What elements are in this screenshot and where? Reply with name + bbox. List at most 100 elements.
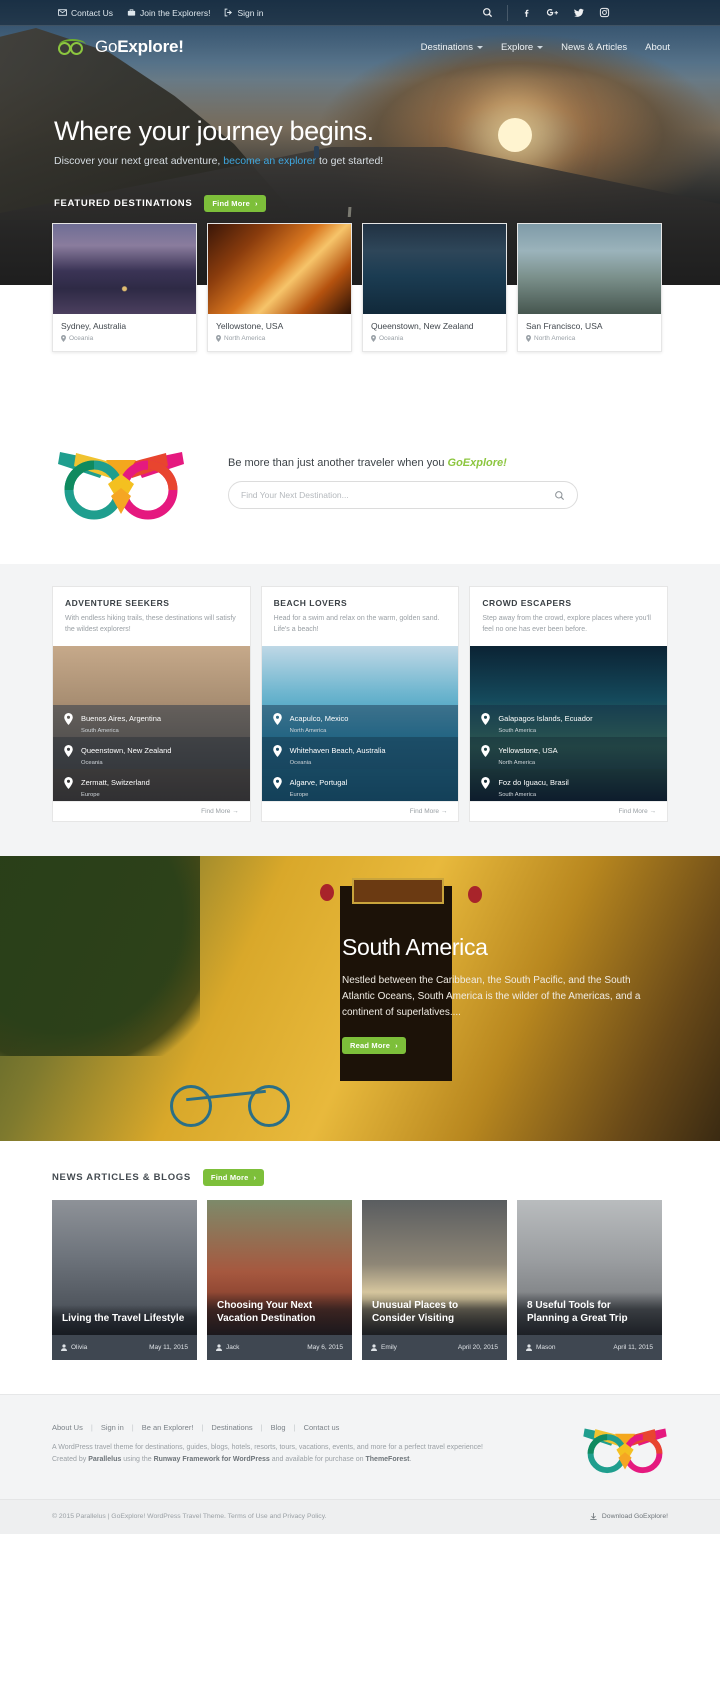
- category-find-more-link[interactable]: Find More →: [470, 800, 668, 821]
- category-find-more-label: Find More: [618, 807, 648, 815]
- join-explorers-link[interactable]: Join the Explorers!: [127, 8, 210, 18]
- envelope-icon: [58, 9, 67, 16]
- become-explorer-link[interactable]: become an explorer: [223, 155, 316, 167]
- news-card-author: Olivia: [61, 1344, 87, 1351]
- destination-card[interactable]: San Francisco, USA North America: [517, 223, 662, 352]
- category-card-crowd-escapers: CROWD ESCAPERS Step away from the crowd,…: [469, 586, 669, 822]
- map-pin-icon: [64, 776, 73, 794]
- chevron-down-icon: [537, 45, 544, 49]
- category-title: BEACH LOVERS: [273, 598, 348, 608]
- destination-card-region-label: North America: [224, 335, 266, 342]
- place-region: North America: [289, 727, 327, 734]
- nav-item-explore[interactable]: Explore: [501, 42, 544, 53]
- category-place-row[interactable]: Queenstown, New Zealand Oceania: [53, 736, 250, 769]
- footer-divider: |: [293, 1422, 296, 1432]
- place-name: Whitehaven Beach, Australia: [289, 745, 386, 755]
- site-logo[interactable]: GoExplore!: [58, 37, 184, 57]
- featured-find-more-button[interactable]: Find More ›: [204, 195, 266, 212]
- search-icon[interactable]: [482, 7, 493, 18]
- footer-link-be-an-explorer[interactable]: Be an Explorer!: [142, 1423, 194, 1432]
- footer-logo: [572, 1423, 668, 1475]
- category-place-row[interactable]: Yellowstone, USA North America: [470, 736, 668, 769]
- category-find-more-link[interactable]: Find More →: [53, 800, 250, 821]
- category-card-beach-lovers: BEACH LOVERS Head for a swim and relax o…: [260, 586, 460, 822]
- footer-link-sign-in[interactable]: Sign in: [101, 1423, 124, 1432]
- featured-find-more-label: Find More: [212, 199, 251, 208]
- sign-decor: [352, 877, 444, 904]
- destination-card[interactable]: Queenstown, New Zealand Oceania: [362, 223, 507, 352]
- category-place-row[interactable]: Foz do Iguacu, Brasil South America: [470, 768, 668, 801]
- category-place-row[interactable]: Whitehaven Beach, Australia Oceania: [261, 736, 459, 769]
- user-icon: [61, 1344, 67, 1351]
- category-place-row[interactable]: Acapulco, Mexico North America: [261, 704, 459, 737]
- user-icon: [371, 1344, 377, 1351]
- news-card[interactable]: 8 Useful Tools for Planning a Great Trip…: [517, 1199, 662, 1360]
- category-place-row[interactable]: Buenos Aires, Argentina South America: [53, 704, 250, 737]
- category-place-row[interactable]: Zermatt, Switzerland Europe: [53, 768, 250, 801]
- news-header: NEWS ARTICLES & BLOGS Find More ›: [52, 1168, 668, 1186]
- footer-themeforest[interactable]: ThemeForest: [366, 1456, 410, 1463]
- twitter-icon[interactable]: [573, 7, 585, 18]
- search-icon[interactable]: [554, 490, 565, 501]
- destination-card[interactable]: Yellowstone, USA North America: [207, 223, 352, 352]
- destination-card-region: Oceania: [371, 335, 498, 342]
- nav-item-about[interactable]: About: [645, 42, 670, 53]
- category-find-more-link[interactable]: Find More →: [261, 800, 459, 821]
- place-region: North America: [498, 759, 536, 766]
- news-card[interactable]: Unusual Places to Consider Visiting Emil…: [362, 1199, 507, 1360]
- footer-divider: |: [90, 1422, 93, 1432]
- contact-us-link[interactable]: Contact Us: [58, 8, 113, 18]
- destination-card-region-label: North America: [534, 335, 576, 342]
- place-name: Buenos Aires, Argentina: [81, 713, 162, 723]
- footer-runway[interactable]: Runway Framework for WordPress: [154, 1456, 270, 1463]
- read-more-button[interactable]: Read More ›: [342, 1037, 406, 1055]
- download-label: Download GoExplore!: [601, 1513, 668, 1521]
- footer-link-contact-us[interactable]: Contact us: [304, 1423, 340, 1432]
- map-pin-icon: [216, 335, 221, 342]
- sign-in-link[interactable]: Sign in: [224, 8, 263, 18]
- hero-sub-after: to get started!: [316, 155, 384, 167]
- nav-links: Destinations Explore News & Articles Abo…: [421, 42, 670, 53]
- place-region: Europe: [289, 791, 309, 798]
- news-find-more-label: Find More: [210, 1172, 249, 1182]
- footer-purchase: and available for purchase on: [269, 1455, 366, 1463]
- map-pin-icon: [64, 744, 73, 762]
- category-card-adventure-seekers: ADVENTURE SEEKERS With endless hiking tr…: [52, 586, 251, 822]
- nav-item-destinations[interactable]: Destinations: [421, 42, 483, 53]
- footer-divider: |: [260, 1422, 263, 1432]
- hero-title: Where your journey begins.: [54, 116, 374, 146]
- facebook-icon[interactable]: [522, 7, 532, 18]
- place-region: South America: [81, 727, 119, 734]
- map-pin-icon: [272, 744, 282, 762]
- lantern-decor: [468, 885, 482, 903]
- instagram-icon[interactable]: [599, 7, 610, 18]
- footer-link-blog[interactable]: Blog: [271, 1423, 286, 1432]
- news-card-title: Choosing Your Next Vacation Destination: [217, 1300, 316, 1324]
- news-find-more-button[interactable]: Find More ›: [202, 1168, 265, 1186]
- download-link[interactable]: Download GoExplore!: [590, 1512, 668, 1521]
- footer-link-destinations[interactable]: Destinations: [211, 1423, 252, 1432]
- destination-card[interactable]: Sydney, Australia Oceania: [52, 223, 197, 352]
- category-place-row[interactable]: Algarve, Portugal Europe: [261, 768, 459, 801]
- lantern-decor: [320, 883, 334, 901]
- news-card-author: Jack: [216, 1344, 239, 1351]
- footer-parallelus[interactable]: Parallelus: [88, 1456, 121, 1463]
- footer-bottom-bar: © 2015 Parallelus | GoExplore! WordPress…: [0, 1498, 720, 1534]
- footer-link-about-us[interactable]: About Us: [52, 1423, 83, 1432]
- footer-period: .: [409, 1455, 412, 1463]
- nav-item-news[interactable]: News & Articles: [561, 42, 627, 53]
- contact-us-label: Contact Us: [71, 7, 114, 18]
- read-more-label: Read More: [350, 1041, 391, 1051]
- footer-links: About Us | Sign in | Be an Explorer! | Dest…: [52, 1423, 572, 1432]
- footer-main: About Us | Sign in | Be an Explorer! | Dest…: [52, 1423, 668, 1475]
- destination-search-box[interactable]: [228, 481, 578, 509]
- destination-card-region: Oceania: [61, 335, 188, 342]
- category-place-row[interactable]: Galapagos Islands, Ecuador South America: [470, 704, 668, 737]
- hero-subtitle: Discover your next great adventure, beco…: [54, 155, 720, 167]
- destination-card-image: [363, 224, 506, 314]
- news-card[interactable]: Living the Travel Lifestyle Olivia May 1…: [52, 1199, 197, 1360]
- news-card-author-label: Jack: [226, 1343, 240, 1351]
- google-plus-icon[interactable]: [546, 7, 559, 18]
- search-input[interactable]: [241, 490, 554, 500]
- news-card[interactable]: Choosing Your Next Vacation Destination …: [207, 1199, 352, 1360]
